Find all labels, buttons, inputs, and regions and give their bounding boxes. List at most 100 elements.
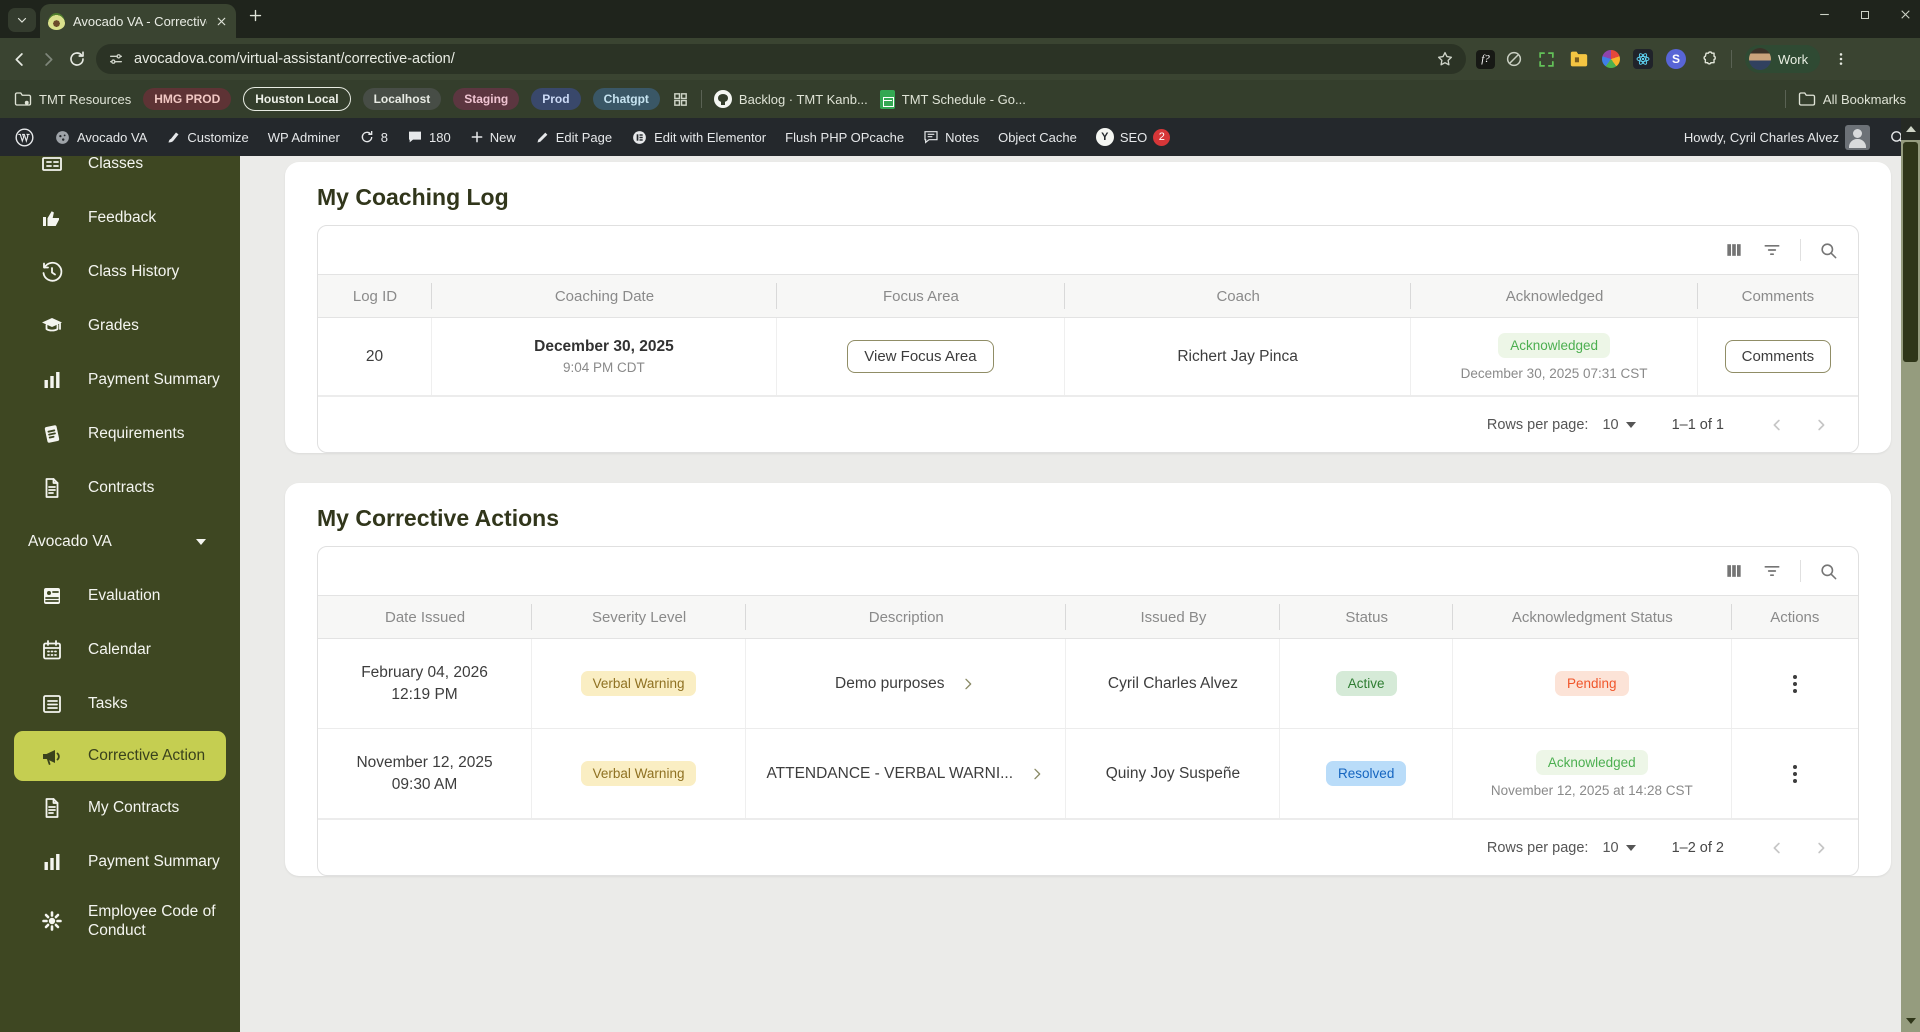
scrollbar-thumb[interactable] bbox=[1903, 142, 1918, 362]
blocked-content-icon[interactable] bbox=[1505, 50, 1523, 68]
wp-adminer[interactable]: WP Adminer bbox=[268, 130, 340, 145]
row-actions-menu-icon[interactable] bbox=[1792, 764, 1797, 783]
browser-window: Avocado VA - Corrective Action avocadova… bbox=[0, 0, 1920, 1032]
coaching-log-title: My Coaching Log bbox=[317, 184, 509, 210]
comments-button[interactable]: Comments bbox=[1724, 340, 1832, 373]
previous-page-button[interactable] bbox=[1762, 839, 1792, 857]
sidebar-item-payment-summary[interactable]: Payment Summary bbox=[0, 353, 240, 407]
apps-grid-icon[interactable] bbox=[672, 91, 689, 108]
screenshot-extension-icon[interactable] bbox=[1537, 50, 1556, 69]
bookmark-pill-prod[interactable]: Prod bbox=[531, 88, 581, 110]
bookmark-sheets[interactable]: TMT Schedule - Go... bbox=[879, 89, 1026, 109]
table-row: 20 December 30, 2025 9:04 PM CDT View Fo… bbox=[318, 318, 1858, 396]
wp-new[interactable]: New bbox=[470, 130, 516, 145]
chevron-down-icon bbox=[196, 539, 206, 545]
forward-icon[interactable] bbox=[39, 50, 58, 69]
sidebar-item-requirements[interactable]: Requirements bbox=[0, 407, 240, 461]
columns-icon[interactable] bbox=[1724, 561, 1744, 581]
reload-icon[interactable] bbox=[68, 50, 86, 68]
pinwheel-extension-icon[interactable] bbox=[1602, 50, 1620, 68]
scroll-down-arrow[interactable] bbox=[1901, 1010, 1920, 1032]
wp-flush-opcache[interactable]: Flush PHP OPcache bbox=[785, 130, 904, 145]
wp-howdy[interactable]: Howdy, Cyril Charles Alvez bbox=[1684, 124, 1870, 150]
bookmark-star-icon[interactable] bbox=[1436, 50, 1454, 68]
tab-close-icon[interactable] bbox=[215, 15, 228, 28]
bookmark-folder-tmt[interactable]: TMT Resources bbox=[14, 91, 131, 107]
wordpress-logo-icon[interactable] bbox=[14, 127, 35, 148]
extensions-puzzle-icon[interactable] bbox=[1699, 50, 1718, 69]
bookmark-pill-staging[interactable]: Staging bbox=[453, 88, 520, 110]
description-cell[interactable]: Demo purposes bbox=[746, 639, 1067, 728]
acknowledged-date: December 30, 2025 07:31 CST bbox=[1460, 365, 1648, 381]
wp-notes[interactable]: Notes bbox=[923, 129, 979, 145]
table-header-row: Log ID Coaching Date Focus Area Coach Ac… bbox=[318, 274, 1858, 318]
row-actions-menu-icon[interactable] bbox=[1792, 674, 1797, 693]
s-extension-icon[interactable]: S bbox=[1666, 49, 1686, 69]
sidebar-item-payment-summary-2[interactable]: Payment Summary bbox=[0, 835, 240, 889]
sidebar-item-classes[interactable]: Classes bbox=[0, 156, 240, 191]
url-text[interactable]: avocadova.com/virtual-assistant/correcti… bbox=[134, 51, 1426, 67]
react-devtools-icon[interactable] bbox=[1633, 49, 1653, 69]
folder-extension-icon[interactable] bbox=[1569, 50, 1589, 68]
wp-comments[interactable]: 180 bbox=[407, 129, 451, 145]
wp-seo[interactable]: Y SEO 2 bbox=[1095, 128, 1171, 146]
wp-edit-page[interactable]: Edit Page bbox=[535, 130, 612, 145]
coaching-log-card: My Coaching Log Log ID Coaching Date Foc… bbox=[285, 162, 1891, 453]
wp-edit-elementor[interactable]: Edit with Elementor bbox=[631, 129, 766, 146]
columns-icon[interactable] bbox=[1724, 240, 1744, 260]
rows-per-page-select[interactable]: 10 bbox=[1602, 417, 1636, 433]
bookmark-pill-chatgpt[interactable]: Chatgpt bbox=[592, 88, 660, 110]
profile-chip[interactable]: Work bbox=[1745, 45, 1821, 73]
next-page-button[interactable] bbox=[1806, 839, 1836, 857]
tune-icon[interactable] bbox=[108, 51, 124, 67]
all-bookmarks-button[interactable]: All Bookmarks bbox=[1798, 91, 1906, 107]
close-window-icon[interactable] bbox=[1899, 8, 1912, 21]
search-icon[interactable] bbox=[1819, 241, 1838, 260]
sidebar-item-tasks[interactable]: Tasks bbox=[0, 677, 240, 731]
search-icon[interactable] bbox=[1819, 562, 1838, 581]
tab-search-button[interactable] bbox=[8, 8, 36, 32]
font-extension-icon[interactable]: f? bbox=[1476, 49, 1495, 69]
expand-chevron-icon[interactable] bbox=[960, 676, 976, 692]
sidebar-item-contracts[interactable]: Contracts bbox=[0, 461, 240, 515]
wp-customize[interactable]: Customize bbox=[166, 130, 249, 145]
minimize-icon[interactable] bbox=[1818, 8, 1831, 21]
url-bar[interactable]: avocadova.com/virtual-assistant/correcti… bbox=[96, 44, 1466, 74]
new-tab-button[interactable] bbox=[248, 8, 263, 28]
sidebar-item-my-contracts[interactable]: My Contracts bbox=[0, 781, 240, 835]
bookmark-pill-localhost[interactable]: Localhost bbox=[362, 88, 442, 110]
filter-icon[interactable] bbox=[1762, 561, 1782, 581]
sidebar-item-grades[interactable]: Grades bbox=[0, 299, 240, 353]
maximize-icon[interactable] bbox=[1859, 9, 1871, 21]
previous-page-button[interactable] bbox=[1762, 416, 1792, 434]
sidebar-item-feedback[interactable]: Feedback bbox=[0, 191, 240, 245]
vertical-scrollbar[interactable] bbox=[1901, 118, 1920, 1032]
sidebar-item-employee-code[interactable]: Employee Code of Conduct bbox=[0, 889, 240, 953]
description-cell[interactable]: ATTENDANCE - VERBAL WARNI... bbox=[746, 729, 1067, 818]
back-icon[interactable] bbox=[10, 50, 29, 69]
sidebar-item-corrective-action[interactable]: Corrective Action bbox=[14, 731, 226, 781]
sidebar-item-calendar[interactable]: Calendar bbox=[0, 623, 240, 677]
rows-per-page-select[interactable]: 10 bbox=[1602, 840, 1636, 856]
filter-icon[interactable] bbox=[1762, 240, 1782, 260]
wp-site-menu[interactable]: Avocado VA bbox=[54, 129, 147, 146]
window-controls bbox=[1818, 8, 1912, 21]
react-atom-icon bbox=[1636, 53, 1650, 65]
view-focus-area-button[interactable]: View Focus Area bbox=[847, 340, 994, 373]
sidebar-item-class-history[interactable]: Class History bbox=[0, 245, 240, 299]
browser-menu-icon[interactable] bbox=[1833, 51, 1849, 67]
next-page-button[interactable] bbox=[1806, 416, 1836, 434]
wp-updates[interactable]: 8 bbox=[359, 129, 388, 145]
sidebar-item-evaluation[interactable]: Evaluation bbox=[0, 569, 240, 623]
main-content: My Coaching Log Log ID Coaching Date Foc… bbox=[240, 156, 1920, 1032]
expand-chevron-icon[interactable] bbox=[1029, 766, 1045, 782]
severity-cell: Verbal Warning bbox=[532, 729, 747, 818]
sidebar-section-avocado-va[interactable]: Avocado VA bbox=[0, 515, 240, 569]
wp-object-cache[interactable]: Object Cache bbox=[998, 130, 1077, 145]
sidebar-item-label: Employee Code of Conduct bbox=[88, 902, 216, 939]
scroll-up-arrow[interactable] bbox=[1901, 118, 1920, 140]
bookmark-pill-hmg-prod[interactable]: HMG PROD bbox=[143, 88, 232, 110]
bookmark-pill-houston-local[interactable]: Houston Local bbox=[243, 87, 351, 111]
bookmark-github[interactable]: Backlog · TMT Kanb... bbox=[713, 90, 868, 108]
browser-tab[interactable]: Avocado VA - Corrective Action bbox=[40, 4, 236, 38]
